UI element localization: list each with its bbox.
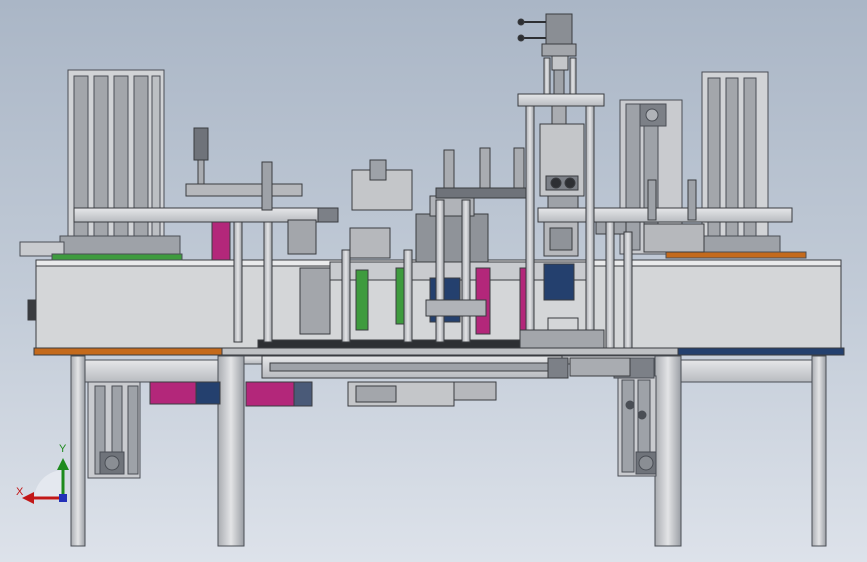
table-handle xyxy=(27,299,37,321)
axis-y-label: Y xyxy=(59,443,67,455)
axis-triad xyxy=(22,458,69,504)
top-motor xyxy=(545,13,573,45)
crossbar-right xyxy=(680,359,813,383)
under-table-motors xyxy=(149,381,497,407)
leg-right-outer xyxy=(811,355,827,547)
crossbar-left xyxy=(84,359,219,383)
lower-left-magazine xyxy=(87,381,141,479)
leg-right-inner xyxy=(654,355,682,547)
left-magazine xyxy=(19,69,183,261)
motor-magenta-right xyxy=(245,381,295,407)
motor-magenta-left xyxy=(149,381,197,405)
leg-left-inner xyxy=(217,355,245,547)
orange-trim xyxy=(33,347,223,356)
z-axis-marker xyxy=(59,494,67,502)
linear-shaft xyxy=(261,355,631,379)
blue-trim xyxy=(677,347,845,356)
machine-drawing xyxy=(19,13,845,547)
axis-x-label: X xyxy=(16,486,24,498)
leg-left-outer xyxy=(70,355,86,547)
